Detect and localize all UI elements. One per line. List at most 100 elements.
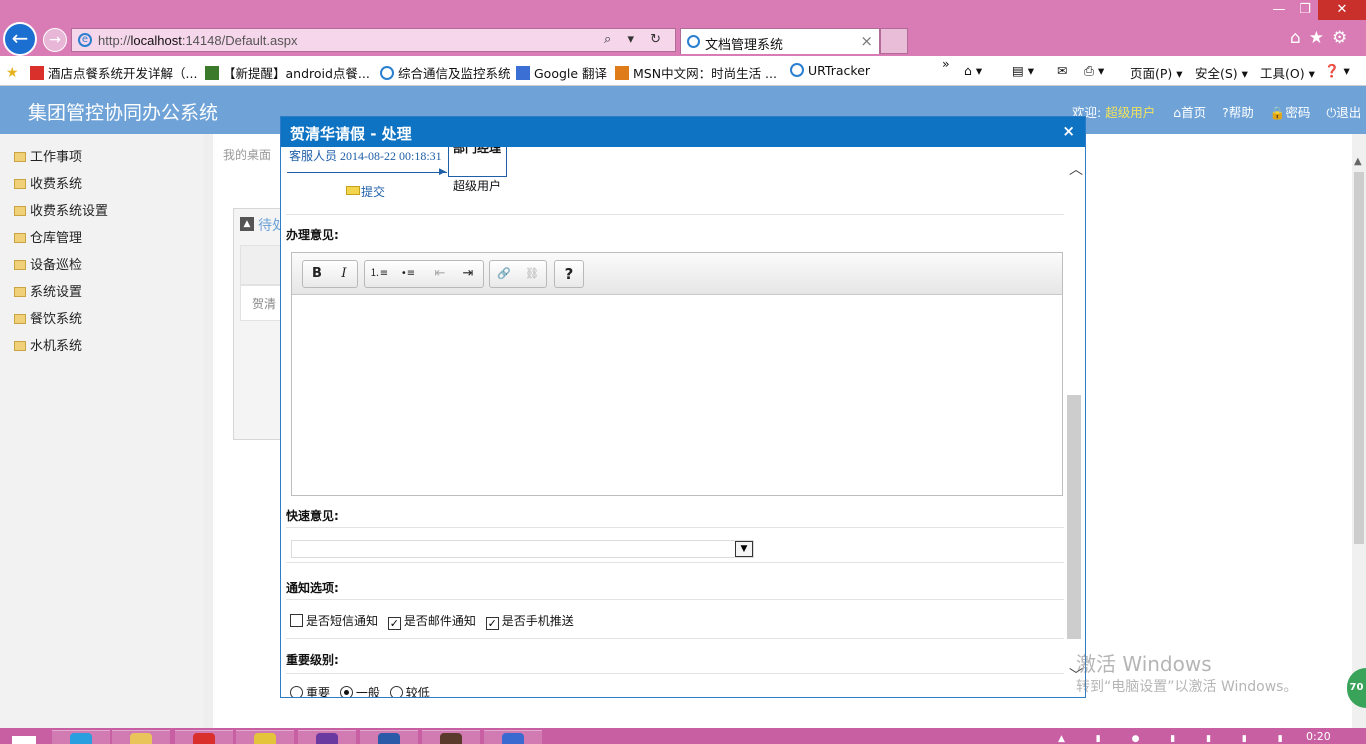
dialog-header: 贺清华请假 - 处理 × — [281, 117, 1085, 147]
sidebar-item-warehouse[interactable]: 仓库管理 — [14, 227, 82, 247]
level-normal-radio[interactable] — [339, 686, 353, 697]
logout-link[interactable]: ⏻退出 — [1326, 105, 1361, 120]
sidebar-item-water[interactable]: 水机系统 — [14, 335, 82, 355]
sidebar-item-billing[interactable]: 收费系统 — [14, 173, 82, 193]
taskbar-clock[interactable]: 0:20 — [1306, 730, 1331, 743]
new-tab-button[interactable] — [880, 28, 908, 54]
format-group: B I — [302, 260, 358, 288]
dialog-scrollbar[interactable]: ︿ ﹀ — [1065, 147, 1085, 697]
feeds-command-button[interactable]: ▤ ▾ — [1012, 63, 1034, 78]
opinion-textarea[interactable] — [292, 295, 1062, 495]
sms-notify-checkbox[interactable] — [290, 614, 303, 627]
home-command-button[interactable]: ⌂ ▾ — [964, 63, 982, 78]
address-url[interactable]: http://localhost:14148/Default.aspx — [98, 33, 297, 48]
header-user-links: 欢迎: 超级用户 ⌂首页 ?帮助 🔒密码 ⏻退出 — [1072, 102, 1366, 121]
link-icon[interactable]: 🔗 — [491, 261, 517, 287]
favorite-site-icon — [615, 66, 629, 80]
notify-options: 是否短信通知 ✓ 是否邮件通知 ✓ 是否手机推送 — [290, 612, 580, 630]
editor-help-button[interactable]: ? — [556, 261, 582, 287]
current-user[interactable]: 超级用户 — [1105, 105, 1155, 120]
sidebar-item-work[interactable]: 工作事项 — [14, 146, 82, 166]
flow-node-user: 超级用户 — [453, 179, 502, 193]
address-bar[interactable]: e http://localhost:14148/Default.aspx ⌕ … — [71, 28, 676, 52]
back-button[interactable]: ← — [3, 22, 37, 56]
activation-watermark-text: 转到“电脑设置”以激活 Windows。 — [1076, 679, 1298, 695]
help-menu-button[interactable]: ❓ ▾ — [1324, 63, 1350, 79]
push-notify-label: 是否手机推送 — [501, 614, 574, 628]
favorite-item-3[interactable]: 综合通信及监控系统 — [380, 63, 511, 82]
taskbar-visual-studio[interactable] — [298, 730, 356, 744]
outdent-icon[interactable]: ⇤ — [427, 261, 453, 287]
flow-submit-link[interactable]: 提交 — [346, 183, 385, 200]
editor-toolbar: B I ⒈≡ •≡ ⇤ ⇥ 🔗 ⛓ ? — [292, 253, 1062, 295]
bullet-list-icon[interactable]: •≡ — [395, 261, 421, 287]
folder-icon — [14, 260, 26, 270]
forward-button[interactable]: → — [43, 28, 67, 52]
scroll-up-icon[interactable]: ︿ — [1069, 159, 1083, 179]
window-restore-button[interactable]: ❐ — [1292, 0, 1318, 20]
help-link[interactable]: ?帮助 — [1222, 105, 1254, 120]
print-command-button[interactable]: ⎙ ▾ — [1084, 63, 1104, 79]
sidebar-item-catering[interactable]: 餐饮系统 — [14, 308, 82, 328]
taskbar-ie[interactable] — [52, 730, 110, 744]
taskbar-word[interactable] — [360, 730, 418, 744]
browser-nav-row: ← → e http://localhost:14148/Default.asp… — [0, 0, 1366, 56]
favorite-item-1[interactable]: 酒店点餐系统开发详解（... — [30, 63, 197, 82]
sidebar-item-system-settings[interactable]: 系统设置 — [14, 281, 82, 301]
scroll-thumb[interactable] — [1354, 172, 1364, 544]
ordered-list-icon[interactable]: ⒈≡ — [366, 261, 392, 287]
system-tray-icons[interactable]: ▲ ▮ ● ▮ ▮ ▮ ▮ — [1058, 734, 1297, 744]
tools-menu-button[interactable]: 工具(O) ▾ — [1260, 63, 1315, 82]
taskbar-app-blue[interactable] — [484, 730, 542, 744]
safety-menu-button[interactable]: 安全(S) ▾ — [1195, 63, 1248, 82]
folder-icon — [14, 206, 26, 216]
unlink-icon[interactable]: ⛓ — [519, 261, 545, 287]
sidebar-item-inspection[interactable]: 设备巡检 — [14, 254, 82, 274]
taskbar-app-yellow[interactable] — [236, 730, 294, 744]
scroll-up-icon[interactable]: ▲ — [1354, 156, 1362, 167]
email-notify-checkbox[interactable]: ✓ — [387, 617, 401, 630]
bold-button[interactable]: B — [304, 261, 330, 287]
favorite-item-2[interactable]: 【新提醒】android点餐... — [205, 63, 370, 82]
taskbar-explorer[interactable] — [112, 730, 170, 744]
dialog-close-icon[interactable]: × — [1062, 122, 1075, 140]
favorite-site-icon — [380, 66, 394, 80]
tab-document-system[interactable]: 文档管理系统 × — [680, 28, 880, 54]
page-menu-button[interactable]: 页面(P) ▾ — [1130, 63, 1183, 82]
taskbar-photo[interactable] — [422, 730, 480, 744]
taskbar-chrome[interactable] — [175, 730, 233, 744]
favorites-more-chevron-icon[interactable]: » — [942, 56, 950, 71]
collapse-icon[interactable]: ▲ — [240, 217, 254, 231]
password-link[interactable]: 🔒密码 — [1270, 105, 1311, 120]
scroll-thumb[interactable] — [1067, 395, 1081, 639]
windows-start-icon[interactable] — [12, 736, 36, 744]
home-favorites-settings-icons[interactable]: ⌂★⚙ — [1290, 28, 1355, 48]
level-important-radio[interactable] — [290, 686, 303, 697]
push-notify-checkbox[interactable]: ✓ — [485, 617, 499, 630]
italic-button[interactable]: I — [331, 261, 357, 287]
indent-icon[interactable]: ⇥ — [455, 261, 481, 287]
tab-title: 文档管理系统 — [705, 38, 784, 53]
flow-arrow-icon: ▶ — [439, 167, 446, 177]
notify-label: 通知选项: — [286, 581, 339, 595]
window-close-button[interactable]: ✕ — [1318, 0, 1366, 20]
favorites-star-icon[interactable]: ★ — [6, 63, 23, 81]
tab-close-icon[interactable]: × — [860, 32, 873, 50]
sidebar-item-billing-settings[interactable]: 收费系统设置 — [14, 200, 108, 220]
home-link[interactable]: ⌂首页 — [1173, 105, 1206, 120]
ie-tab-icon — [687, 35, 700, 48]
favorite-item-6[interactable]: URTracker — [790, 63, 870, 78]
address-search-refresh-icons[interactable]: ⌕ ▾ ↻ — [604, 32, 667, 47]
sms-notify-label: 是否短信通知 — [306, 614, 379, 628]
favorite-item-5[interactable]: MSN中文网：时尚生活 ... — [615, 63, 777, 82]
quick-opinion-select[interactable]: ▼ — [291, 540, 754, 558]
folder-app-icon — [130, 733, 152, 744]
mail-command-button[interactable]: ✉ — [1057, 63, 1067, 78]
page-scrollbar[interactable]: ▲ — [1352, 134, 1366, 728]
window-minimize-button[interactable]: — — [1266, 0, 1292, 20]
folder-icon — [14, 233, 26, 243]
word-icon — [378, 733, 400, 744]
chevron-down-icon[interactable]: ▼ — [735, 541, 753, 557]
favorite-item-4[interactable]: Google 翻译 — [516, 63, 607, 82]
level-low-radio[interactable] — [389, 686, 403, 697]
